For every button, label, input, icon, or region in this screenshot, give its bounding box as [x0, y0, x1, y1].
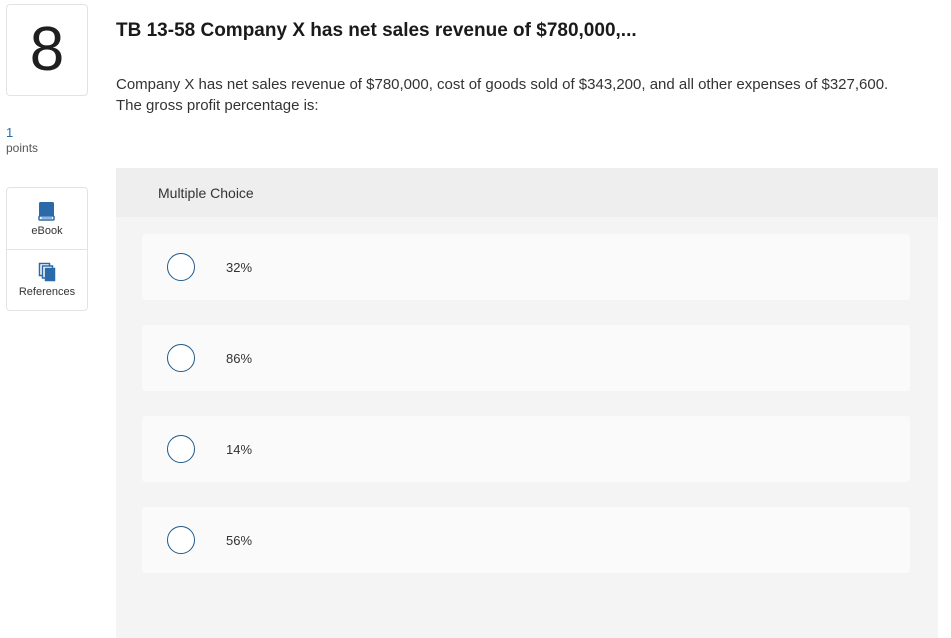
multiple-choice-panel: Multiple Choice 32% 86% 14% 56% — [116, 168, 938, 638]
points-indicator: 1 points — [6, 125, 38, 155]
radio-button[interactable] — [167, 344, 195, 372]
question-body-line-1: Company X has net sales revenue of $780,… — [116, 76, 889, 93]
choice-option-4[interactable]: 56% — [142, 507, 910, 573]
radio-button[interactable] — [167, 526, 195, 554]
choice-option-1[interactable]: 32% — [142, 234, 910, 300]
copy-documents-icon — [38, 262, 56, 282]
choice-option-2[interactable]: 86% — [142, 325, 910, 391]
question-body: Company X has net sales revenue of $780,… — [116, 74, 946, 116]
ebook-button[interactable]: eBook — [7, 188, 87, 249]
choice-label: 14% — [226, 441, 253, 457]
ebook-label: eBook — [31, 224, 63, 237]
question-body-line-2: The gross profit percentage is: — [116, 97, 319, 114]
references-button[interactable]: References — [7, 249, 87, 310]
points-value: 1 — [6, 125, 14, 140]
multiple-choice-header: Multiple Choice — [116, 168, 938, 217]
question-number: 8 — [6, 4, 88, 96]
references-label: References — [18, 286, 76, 298]
question-title: TB 13-58 Company X has net sales revenue… — [116, 20, 637, 41]
choice-option-3[interactable]: 14% — [142, 416, 910, 482]
choice-label: 56% — [226, 532, 253, 548]
choice-label: 86% — [226, 350, 253, 366]
choice-label: 32% — [226, 259, 253, 275]
book-icon — [38, 201, 56, 221]
tools-panel: eBook References — [6, 187, 88, 311]
radio-button[interactable] — [167, 253, 195, 281]
points-label: points — [6, 140, 39, 155]
radio-button[interactable] — [167, 435, 195, 463]
